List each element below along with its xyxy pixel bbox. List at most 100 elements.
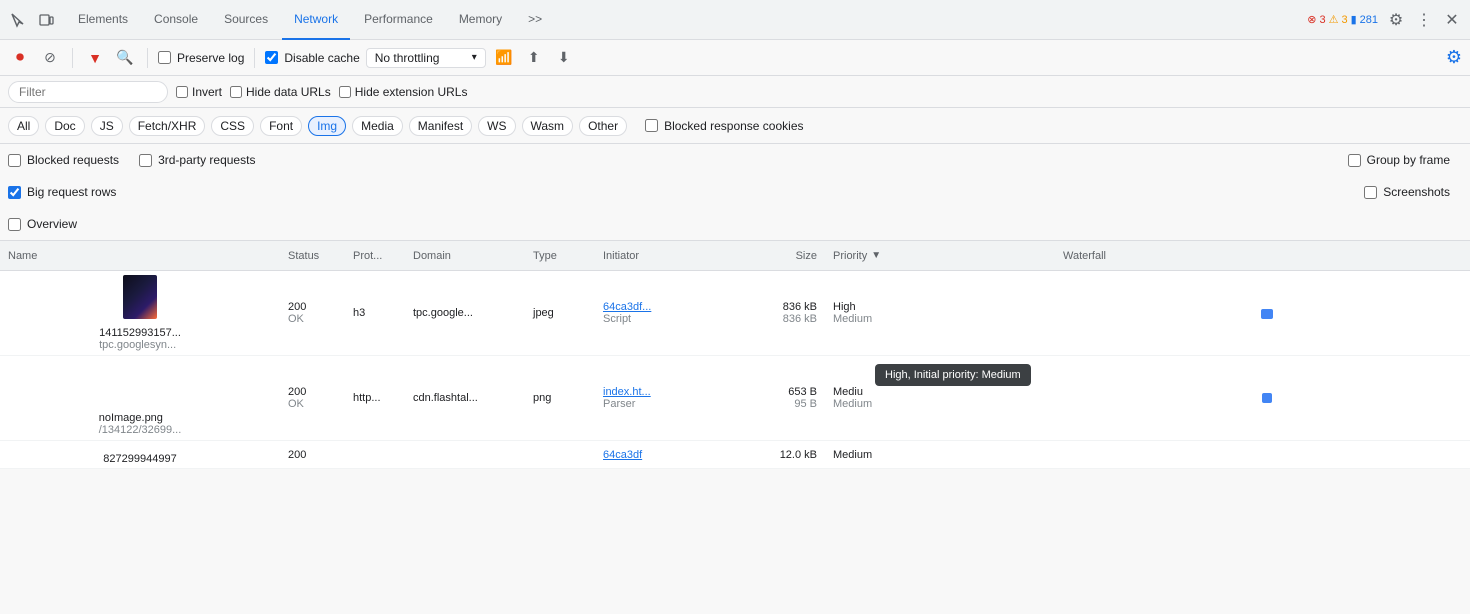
cell-initiator-0: 64ca3df... Script [595, 271, 725, 355]
table-row[interactable]: noImage.png /134122/32699... 200 OK http… [0, 356, 1470, 441]
stop-recording-button[interactable]: ⏺ [8, 46, 32, 70]
filter-doc[interactable]: Doc [45, 116, 84, 136]
cell-domain-2 [405, 441, 525, 468]
col-header-size[interactable]: Size [725, 250, 825, 262]
filter-font[interactable]: Font [260, 116, 302, 136]
tab-memory[interactable]: Memory [447, 0, 514, 40]
hide-extension-urls-label[interactable]: Hide extension URLs [339, 85, 468, 99]
gear-icon[interactable]: ⚙ [1386, 10, 1406, 30]
cell-status-2: 200 [280, 441, 345, 468]
col-header-protocol[interactable]: Prot... [345, 250, 405, 262]
filter-css[interactable]: CSS [211, 116, 254, 136]
close-icon[interactable]: ✕ [1442, 10, 1462, 30]
device-icon[interactable] [36, 10, 56, 30]
blocked-requests-label[interactable]: Blocked requests [8, 153, 131, 167]
cursor-icon[interactable] [8, 10, 28, 30]
blocked-requests-checkbox[interactable] [8, 154, 21, 167]
overview-checkbox[interactable] [8, 218, 21, 231]
col-header-domain[interactable]: Domain [405, 250, 525, 262]
filter-fetch-xhr[interactable]: Fetch/XHR [129, 116, 206, 136]
col-header-name[interactable]: Name [0, 250, 280, 262]
tab-elements[interactable]: Elements [66, 0, 140, 40]
cell-initiator-1: index.ht... Parser [595, 356, 725, 440]
type-filter-toolbar: All Doc JS Fetch/XHR CSS Font Img Media … [0, 108, 1470, 144]
tab-more[interactable]: >> [516, 0, 554, 40]
cell-protocol-0: h3 [345, 271, 405, 355]
wifi-icon[interactable]: 📶 [492, 46, 516, 70]
table-header: Name Status Prot... Domain Type Initiato… [0, 241, 1470, 271]
filter-manifest[interactable]: Manifest [409, 116, 472, 136]
blocked-cookies-label[interactable]: Blocked response cookies [645, 119, 803, 133]
col-header-initiator[interactable]: Initiator [595, 250, 725, 262]
group-by-frame-checkbox[interactable] [1348, 154, 1361, 167]
filter-wasm[interactable]: Wasm [522, 116, 574, 136]
cell-domain-0: tpc.google... [405, 271, 525, 355]
table-row[interactable]: 827299944997 200 64ca3df 12.0 kB Medium [0, 441, 1470, 469]
tab-network[interactable]: Network [282, 0, 350, 40]
disable-cache-checkbox[interactable] [265, 51, 278, 64]
invert-checkbox[interactable] [176, 86, 188, 98]
col-header-priority[interactable]: Priority ▼ [825, 250, 1055, 262]
cell-domain-1: cdn.flashtal... [405, 356, 525, 440]
tab-sources[interactable]: Sources [212, 0, 280, 40]
tab-performance[interactable]: Performance [352, 0, 445, 40]
throttle-selector[interactable]: No throttling ▾ [366, 48, 486, 68]
cell-initiator-2: 64ca3df [595, 441, 725, 468]
waterfall-bar-1 [1262, 393, 1272, 403]
blocked-cookies-checkbox[interactable] [645, 119, 658, 132]
col-header-status[interactable]: Status [280, 250, 345, 262]
clear-button[interactable]: ⊘ [38, 46, 62, 70]
cell-priority-1: Mediu Medium High, Initial priority: Med… [825, 356, 1055, 440]
network-settings-icon[interactable]: ⚙ [1446, 47, 1462, 68]
tab-bar: Elements Console Sources Network Perform… [0, 0, 1470, 40]
hide-data-urls-checkbox[interactable] [230, 86, 242, 98]
col-header-type[interactable]: Type [525, 250, 595, 262]
filter-other[interactable]: Other [579, 116, 627, 136]
cell-name-2: 827299944997 [0, 441, 280, 468]
screenshots-checkbox[interactable] [1364, 186, 1377, 199]
filter-ws[interactable]: WS [478, 116, 515, 136]
filter-media[interactable]: Media [352, 116, 403, 136]
hide-extension-urls-checkbox[interactable] [339, 86, 351, 98]
options-row-1: Blocked requests 3rd-party requests Grou… [8, 144, 1462, 176]
download-icon[interactable]: ⬇ [552, 46, 576, 70]
filter-icon[interactable]: ▼ [83, 46, 107, 70]
table-row[interactable]: 141152993157... tpc.googlesyn... 200 OK … [0, 271, 1470, 356]
screenshots-label[interactable]: Screenshots [1364, 185, 1462, 199]
more-icon[interactable]: ⋮ [1414, 10, 1434, 30]
invert-label[interactable]: Invert [176, 85, 222, 99]
row-name-sub-0: tpc.googlesyn... [99, 339, 181, 351]
hide-data-urls-label[interactable]: Hide data URLs [230, 85, 331, 99]
row-name-main-0: 141152993157... [99, 327, 181, 339]
row-name-sub-1: /134122/32699... [99, 424, 182, 436]
search-button[interactable]: 🔍 [113, 46, 137, 70]
preserve-log-label[interactable]: Preserve log [158, 51, 244, 65]
big-request-rows-label[interactable]: Big request rows [8, 185, 128, 199]
cell-priority-0: High Medium [825, 271, 1055, 355]
tab-console[interactable]: Console [142, 0, 210, 40]
cell-type-2 [525, 441, 595, 468]
preserve-log-checkbox[interactable] [158, 51, 171, 64]
network-table: Name Status Prot... Domain Type Initiato… [0, 241, 1470, 469]
disable-cache-label[interactable]: Disable cache [265, 51, 359, 65]
group-by-frame-label[interactable]: Group by frame [1348, 153, 1462, 167]
col-header-waterfall[interactable]: Waterfall [1055, 250, 1470, 262]
throttle-chevron-icon: ▾ [472, 52, 477, 63]
cell-priority-2: Medium [825, 441, 1055, 468]
filter-img[interactable]: Img [308, 116, 346, 136]
overview-label[interactable]: Overview [8, 217, 89, 231]
no-thumbnail-placeholder [123, 360, 157, 404]
separator-2 [147, 48, 148, 68]
third-party-checkbox[interactable] [139, 154, 152, 167]
filter-input[interactable] [8, 81, 168, 103]
upload-icon[interactable]: ⬆ [522, 46, 546, 70]
third-party-label[interactable]: 3rd-party requests [139, 153, 267, 167]
filter-all[interactable]: All [8, 116, 39, 136]
separator-3 [254, 48, 255, 68]
filter-toolbar: Invert Hide data URLs Hide extension URL… [0, 76, 1470, 108]
cell-size-1: 653 B 95 B [725, 356, 825, 440]
big-request-rows-checkbox[interactable] [8, 186, 21, 199]
row-name-main-1: noImage.png [99, 412, 182, 424]
filter-js[interactable]: JS [91, 116, 123, 136]
cell-name-0: 141152993157... tpc.googlesyn... [0, 271, 280, 355]
